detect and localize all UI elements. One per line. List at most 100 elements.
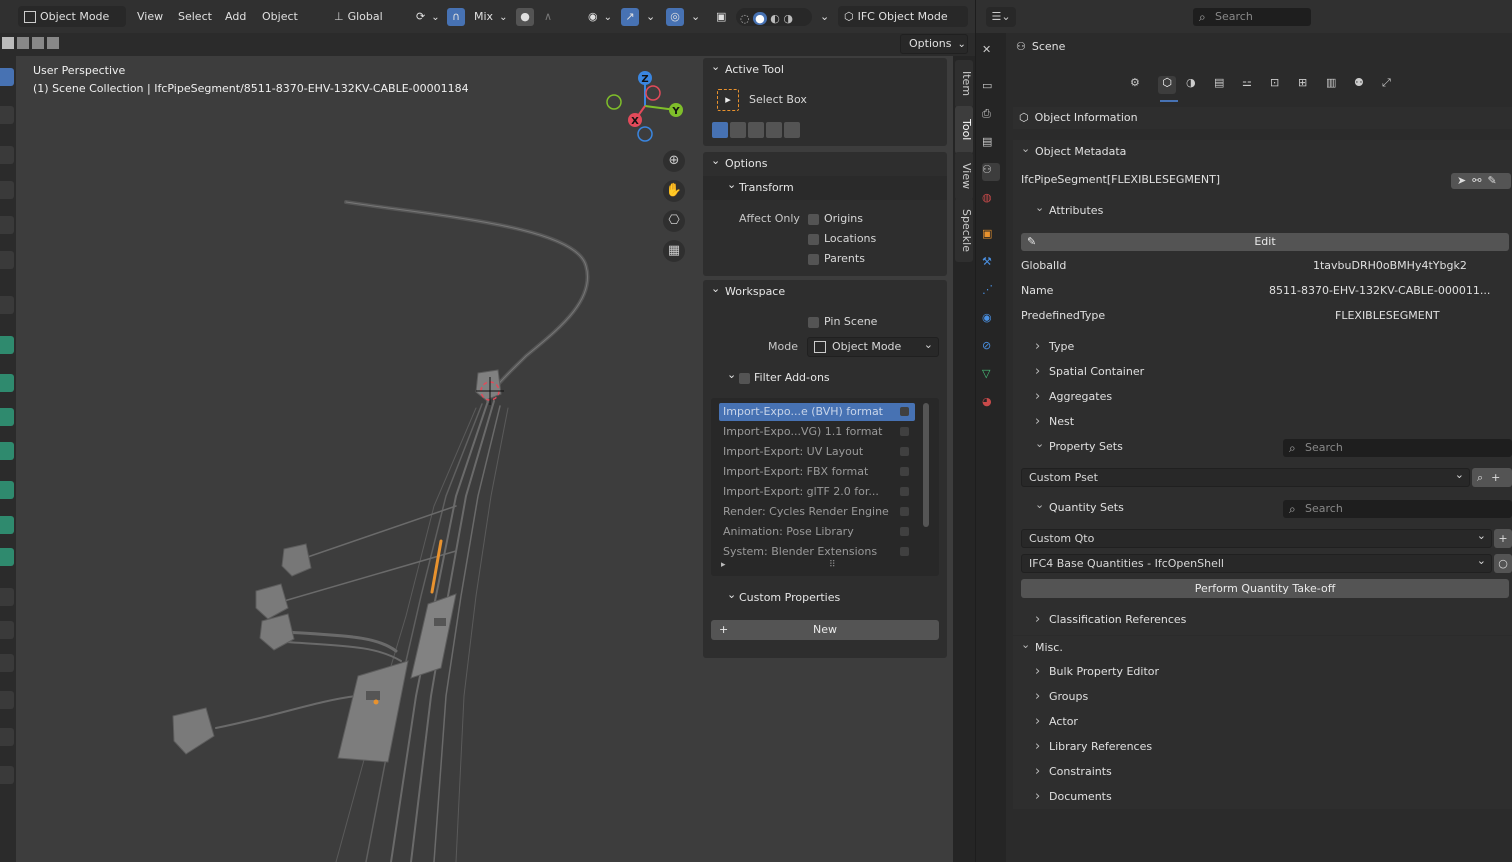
- select-box-modes[interactable]: [712, 122, 806, 140]
- proportional-edit-toggle[interactable]: ●: [516, 8, 534, 26]
- select-invert-icon[interactable]: [47, 37, 59, 49]
- zoom-icon[interactable]: ⊕: [663, 150, 685, 172]
- mode-extend-icon[interactable]: [730, 122, 746, 138]
- list-item[interactable]: System: Blender Extensions: [719, 543, 915, 561]
- qto-search-input[interactable]: Search: [1283, 500, 1512, 518]
- collaboration-tab-icon[interactable]: ⚉: [1354, 76, 1372, 94]
- type-section[interactable]: Type: [1035, 335, 1074, 359]
- library-references-section[interactable]: Library References: [1035, 735, 1152, 759]
- new-property-button[interactable]: + New: [711, 620, 939, 640]
- filter-addons-header[interactable]: Filter Add-ons: [703, 363, 983, 390]
- wireframe-shading-icon[interactable]: ◌: [740, 12, 750, 25]
- active-tool-header[interactable]: Active Tool: [703, 55, 947, 82]
- workspace-mode-dropdown[interactable]: Object Mode ⌄: [807, 337, 939, 357]
- gizmo-toggle[interactable]: ↗: [621, 8, 639, 26]
- ifc-stair-tool-icon[interactable]: [0, 691, 14, 709]
- project-tab-icon[interactable]: ⚙: [1130, 76, 1148, 94]
- properties-search-input[interactable]: Search: [1193, 8, 1311, 26]
- menu-object[interactable]: Object: [256, 6, 304, 27]
- world-icon[interactable]: ◍: [982, 191, 1000, 209]
- list-item[interactable]: Import-Export: glTF 2.0 for...: [719, 483, 915, 501]
- scene-icon[interactable]: ⚇: [982, 163, 1000, 181]
- menu-select[interactable]: Select: [172, 6, 218, 27]
- list-item[interactable]: Import-Expo...VG) 1.1 format: [719, 423, 915, 441]
- transform-header[interactable]: Transform: [703, 173, 947, 200]
- select-new-icon[interactable]: [2, 37, 14, 49]
- select-cursor-icon[interactable]: ➤: [1457, 174, 1466, 187]
- ifc-pipe-tool-icon[interactable]: [0, 588, 14, 606]
- nest-section[interactable]: Nest: [1035, 410, 1074, 434]
- misc-header[interactable]: Misc.: [1021, 636, 1063, 660]
- select-tool-icon[interactable]: [0, 68, 14, 86]
- ifc-window-tool-icon[interactable]: [0, 442, 14, 460]
- locations-checkbox[interactable]: Locations: [808, 229, 876, 249]
- pan-hand-icon[interactable]: ✋: [663, 180, 685, 202]
- edit-pencil-icon[interactable]: ✎: [1487, 174, 1496, 187]
- physics-icon[interactable]: ◉: [982, 311, 1000, 329]
- annotate-tool-icon[interactable]: [0, 296, 14, 314]
- ifc-railing-tool-icon[interactable]: [0, 728, 14, 746]
- ifc-mode-dropdown[interactable]: ⬡ IFC Object Mode: [838, 6, 968, 27]
- property-sets-header[interactable]: Property Sets: [1035, 435, 1123, 459]
- scale-tool-icon[interactable]: [0, 216, 14, 234]
- quality-tab-icon[interactable]: ⤢: [1382, 76, 1400, 94]
- ifc-door-tool-icon[interactable]: [0, 408, 14, 426]
- tool-settings-icon[interactable]: ✕: [982, 43, 1000, 61]
- list-item[interactable]: Render: Cycles Render Engine: [719, 503, 915, 521]
- transform-tool-icon[interactable]: [0, 251, 14, 269]
- bulk-property-editor-section[interactable]: Bulk Property Editor: [1035, 660, 1159, 684]
- ifc-wall-tool-icon[interactable]: [0, 336, 14, 354]
- tab-view[interactable]: View: [955, 152, 973, 200]
- list-item[interactable]: Import-Export: UV Layout: [719, 443, 915, 461]
- ifc-roof-tool-icon[interactable]: [0, 654, 14, 672]
- base-quantities-dropdown[interactable]: IFC4 Base Quantities - IfcOpenShell ⌄: [1021, 554, 1492, 573]
- ifc-column-tool-icon[interactable]: [0, 481, 14, 499]
- rotate-tool-icon[interactable]: [0, 181, 14, 199]
- pivot-dropdown[interactable]: ⟳: [410, 6, 446, 27]
- overlay-dropdown[interactable]: ⌄: [685, 6, 706, 27]
- mode-dropdown[interactable]: Object Mode: [18, 6, 126, 27]
- material-shading-icon[interactable]: ◐: [770, 12, 780, 25]
- list-item[interactable]: Animation: Pose Library: [719, 523, 915, 541]
- custom-properties-header[interactable]: Custom Properties: [703, 583, 983, 610]
- material-icon[interactable]: ◕: [982, 395, 1000, 413]
- tab-item[interactable]: Item: [955, 60, 973, 108]
- mode-subtract-icon[interactable]: [748, 122, 764, 138]
- output-icon[interactable]: ⎙: [982, 107, 1000, 125]
- fm-tab-icon[interactable]: ▥: [1326, 76, 1344, 94]
- documents-section[interactable]: Documents: [1035, 785, 1112, 809]
- schedule-tab-icon[interactable]: ⊞: [1298, 76, 1316, 94]
- object-icon[interactable]: ▣: [982, 227, 1000, 245]
- object-tab-icon[interactable]: ⬡: [1158, 76, 1176, 94]
- circle-icon[interactable]: ○: [1494, 554, 1512, 573]
- list-item[interactable]: Import-Expo...e (BVH) format: [719, 403, 915, 421]
- list-item[interactable]: Import-Export: FBX format: [719, 463, 915, 481]
- object-information-header[interactable]: ⬡ Object Information: [1013, 107, 1512, 129]
- classification-references-section[interactable]: Classification References: [1035, 608, 1186, 632]
- resize-handle-icon[interactable]: ⠿: [829, 560, 836, 570]
- visibility-dropdown[interactable]: ◉: [582, 6, 618, 27]
- add-icon[interactable]: +: [1491, 471, 1500, 484]
- data-icon[interactable]: ▽: [982, 367, 1000, 385]
- ifc-covering-tool-icon[interactable]: [0, 766, 14, 784]
- particles-icon[interactable]: ⋰: [982, 283, 1000, 301]
- list-scrollbar[interactable]: [923, 403, 929, 527]
- editor-type-icon[interactable]: ☰⌄: [986, 7, 1016, 27]
- constraints-icon[interactable]: ⊘: [982, 339, 1000, 357]
- entity-actions[interactable]: ➤ ⚯ ✎: [1451, 173, 1511, 189]
- move-tool-icon[interactable]: [0, 146, 14, 164]
- rendered-shading-icon[interactable]: ◑: [783, 12, 793, 25]
- xray-toggle[interactable]: ▣: [710, 6, 732, 27]
- render-icon[interactable]: ▭: [982, 79, 1000, 97]
- shading-dropdown[interactable]: ⌄: [814, 6, 835, 27]
- ifc-duct-tool-icon[interactable]: [0, 548, 14, 566]
- groups-section[interactable]: Groups: [1035, 685, 1088, 709]
- filter-addons-checkbox[interactable]: [739, 373, 750, 384]
- gizmo-dropdown[interactable]: ⌄: [640, 6, 661, 27]
- attributes-header[interactable]: Attributes: [1035, 199, 1103, 223]
- expand-list-icon[interactable]: ▸: [721, 560, 726, 570]
- falloff-dropdown[interactable]: ∧: [538, 6, 558, 27]
- ifc-space-tool-icon[interactable]: [0, 621, 14, 639]
- menu-view[interactable]: View: [131, 6, 169, 27]
- orientation-dropdown[interactable]: ⊥ Global: [328, 6, 406, 27]
